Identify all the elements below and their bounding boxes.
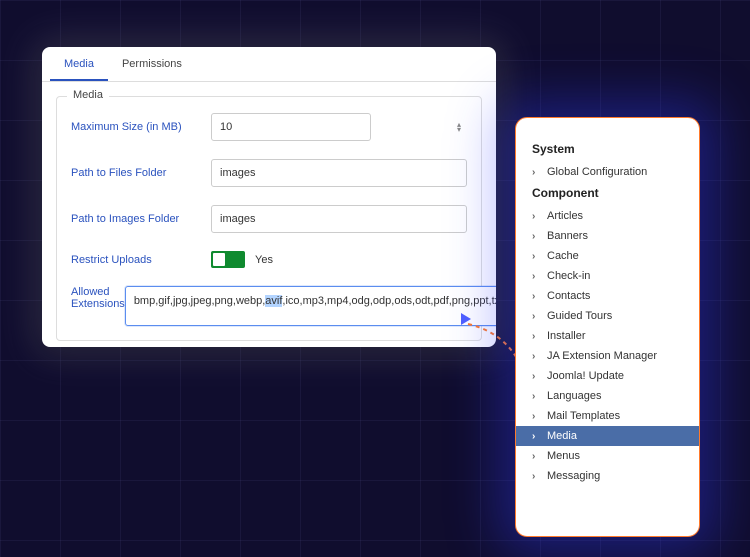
sidebar-item-media[interactable]: › Media (516, 426, 699, 446)
sidebar-item-messaging[interactable]: › Messaging (516, 466, 699, 486)
menu-heading: System (516, 138, 699, 162)
sidebar-item-label: Articles (547, 210, 583, 222)
tab-permissions[interactable]: Permissions (108, 47, 196, 81)
row-max-size: Maximum Size (in MB) ▴▾ (71, 113, 467, 141)
chevron-right-icon: › (532, 451, 542, 462)
chevron-right-icon: › (532, 411, 542, 422)
number-stepper[interactable]: ▴▾ (457, 122, 461, 132)
sidebar-item-mail-templates[interactable]: › Mail Templates (516, 406, 699, 426)
row-restrict-uploads: Restrict Uploads Yes (71, 251, 467, 268)
tab-media[interactable]: Media (50, 47, 108, 81)
chevron-right-icon: › (532, 251, 542, 262)
chevron-right-icon: › (532, 271, 542, 282)
fieldset-legend: Media (67, 89, 109, 101)
chevron-right-icon: › (532, 311, 542, 322)
sidebar-item-banners[interactable]: › Banners (516, 226, 699, 246)
tabs-bar: Media Permissions (42, 47, 496, 82)
label-files-folder: Path to Files Folder (71, 167, 211, 179)
chevron-right-icon: › (532, 231, 542, 242)
chevron-right-icon: › (532, 351, 542, 362)
chevron-right-icon: › (532, 371, 542, 382)
sidebar-item-cache[interactable]: › Cache (516, 246, 699, 266)
sidebar-item-installer[interactable]: › Installer (516, 326, 699, 346)
toggle-restrict-uploads[interactable] (211, 251, 245, 268)
sidebar-item-label: Menus (547, 450, 580, 462)
chevron-right-icon: › (532, 291, 542, 302)
media-fieldset: Media Maximum Size (in MB) ▴▾ Path to Fi… (56, 96, 482, 341)
sidebar-item-label: Languages (547, 390, 601, 402)
chevron-right-icon: › (532, 471, 542, 482)
toggle-state-label: Yes (255, 254, 273, 266)
input-files-folder[interactable] (211, 159, 467, 187)
row-allowed-extensions: Allowed Extensions bmp,gif,jpg,jpeg,png,… (71, 286, 467, 326)
sidebar-item-label: Mail Templates (547, 410, 620, 422)
sidebar-item-label: Contacts (547, 290, 590, 302)
sidebar-item-global-configuration[interactable]: › Global Configuration (516, 162, 699, 182)
label-allowed-extensions: Allowed Extensions (71, 286, 125, 310)
sidebar-item-label: Guided Tours (547, 310, 612, 322)
label-images-folder: Path to Images Folder (71, 213, 211, 225)
sidebar-item-menus[interactable]: › Menus (516, 446, 699, 466)
ext-post: ,ico,mp3,mp4,odg,odp,ods,odt,pdf,png,ppt… (282, 295, 496, 307)
sidebar-item-joomla-update[interactable]: › Joomla! Update (516, 366, 699, 386)
sidebar-item-label: JA Extension Manager (547, 350, 657, 362)
chevron-right-icon: › (532, 211, 542, 222)
sidebar-item-languages[interactable]: › Languages (516, 386, 699, 406)
sidebar-item-label: Global Configuration (547, 166, 647, 178)
ext-highlight: avif (265, 295, 282, 307)
chevron-right-icon: › (532, 431, 542, 442)
media-settings-panel: Media Permissions Media Maximum Size (in… (42, 47, 496, 347)
sidebar-item-label: Banners (547, 230, 588, 242)
config-sidebar-panel: System › Global Configuration Component › Art… (515, 117, 700, 537)
sidebar-item-guided-tours[interactable]: › Guided Tours (516, 306, 699, 326)
input-images-folder[interactable] (211, 205, 467, 233)
label-restrict-uploads: Restrict Uploads (71, 254, 211, 266)
row-images-folder: Path to Images Folder (71, 205, 467, 233)
arrowhead-icon (461, 313, 471, 325)
sidebar-item-label: Cache (547, 250, 579, 262)
sidebar-item-label: Check-in (547, 270, 590, 282)
chevron-right-icon: › (532, 331, 542, 342)
sidebar-item-label: Joomla! Update (547, 370, 624, 382)
row-files-folder: Path to Files Folder (71, 159, 467, 187)
sidebar-item-label: Installer (547, 330, 586, 342)
sidebar-item-label: Media (547, 430, 577, 442)
chevron-right-icon: › (532, 391, 542, 402)
input-max-size[interactable] (211, 113, 371, 141)
textarea-allowed-extensions[interactable]: bmp,gif,jpg,jpeg,png,webp,avif,ico,mp3,m… (125, 286, 496, 326)
label-max-size: Maximum Size (in MB) (71, 121, 211, 133)
sidebar-item-label: Messaging (547, 470, 600, 482)
sidebar-item-ja-extension-manager[interactable]: › JA Extension Manager (516, 346, 699, 366)
sidebar-item-check-in[interactable]: › Check-in (516, 266, 699, 286)
sidebar-item-contacts[interactable]: › Contacts (516, 286, 699, 306)
menu-heading: Component (516, 182, 699, 206)
ext-pre: bmp,gif,jpg,jpeg,png,webp, (134, 295, 265, 307)
sidebar-item-articles[interactable]: › Articles (516, 206, 699, 226)
chevron-right-icon: › (532, 167, 542, 178)
